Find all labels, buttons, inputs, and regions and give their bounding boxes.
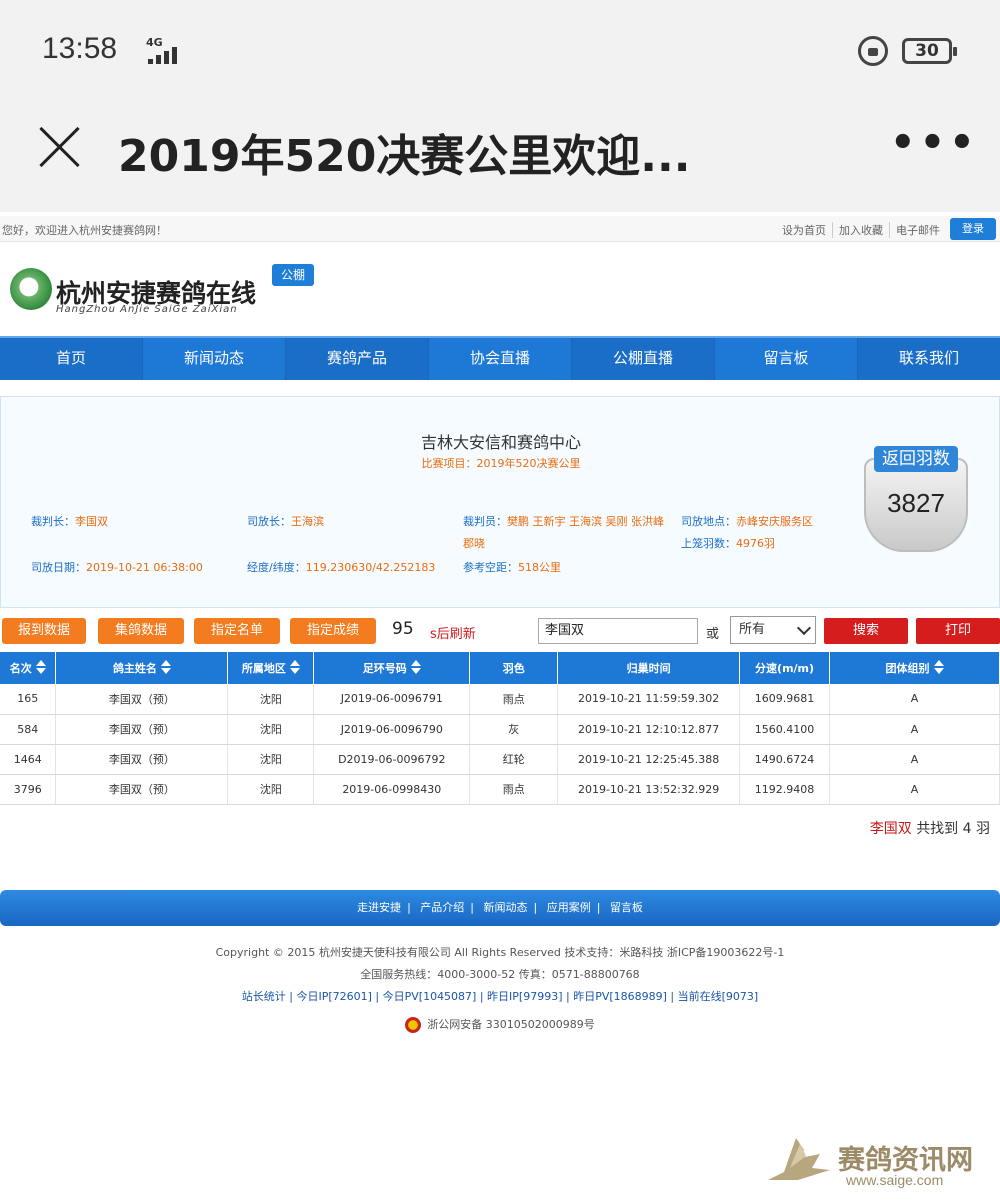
col-owner[interactable]: 鸽主姓名 [55,652,229,684]
footer-copyright: Copyright © 2015 杭州安捷天使科技有限公司 All Rights… [215,946,785,959]
table-header-row: 名次 鸽主姓名 所属地区 足环号码 羽色 归巢时间 分速(m/m) 团体组别 [0,652,1000,684]
field-coordinates: 经度/纬度：119.230630/42.252183 [247,561,436,574]
footer-link-news[interactable]: 新闻动态 [484,901,528,914]
footer-link-about[interactable]: 走进安捷 [357,901,401,914]
nav-contact[interactable]: 联系我们 [858,338,1000,380]
field-release-location: 司放地点：赤峰安庆服务区 [681,515,813,528]
field-referees: 裁判员：樊鹏 王新宇 王海滨 吴刚 张洪峰 [463,515,664,528]
sort-icon[interactable] [35,660,46,674]
result-count: 李国双 共找到 4 羽 [870,818,990,838]
welcome-text: 您好，欢迎进入杭州安捷赛鸽网！ [2,224,167,237]
sort-icon[interactable] [289,660,300,674]
result-owner-name: 李国双 [869,821,912,837]
footer-link-products[interactable]: 产品介绍 [420,901,464,914]
print-button[interactable]: 打印 [916,618,1000,644]
site-logo-pinyin: HangZhou AnJie SaiGe ZaiXian [56,304,238,315]
footer-link-message-board[interactable]: 留言板 [610,901,643,914]
field-release-chief: 司放长：王海滨 [247,515,324,528]
col-group[interactable]: 团体组别 [829,652,1000,684]
footer-police-record[interactable]: 浙公网安备 33010502000989号 [0,1016,1000,1033]
table-row[interactable]: 3796 李国双（预） 沈阳 2019-06-0998430 雨点 2019-10-21 … [0,774,1000,805]
pigeon-logo-icon [768,1138,830,1180]
login-button[interactable]: 登录 [950,218,996,240]
add-favorite-link[interactable]: 加入收藏 [833,222,890,238]
returned-count-shield: 返回羽数 3827 [864,446,968,554]
nav-association-live[interactable]: 协会直播 [429,338,572,380]
more-options-icon[interactable]: ••• [890,120,979,166]
col-speed: 分速(m/m) [739,652,831,684]
watermark: 赛鸽资讯网 www.saige.com [760,1124,990,1194]
browser-title-bar: 2019年520决赛公里欢迎... ••• [0,100,1000,212]
specified-result-button[interactable]: 指定成绩 [290,618,376,644]
search-button[interactable]: 搜索 [824,618,908,644]
race-project: 比赛项目：2019年520决赛公里 [421,457,581,470]
battery-icon: 30 [902,38,957,64]
main-nav: 首页 新闻动态 赛鸽产品 协会直播 公棚直播 留言板 联系我们 [0,336,1000,380]
email-link[interactable]: 电子邮件 [890,222,946,238]
table-row[interactable]: 165 李国双（预） 沈阳 J2019-06-0096791 雨点 2019-10-21 … [0,684,1000,715]
nav-message-board[interactable]: 留言板 [715,338,858,380]
specified-list-button[interactable]: 指定名单 [194,618,280,644]
site-top-strip: 您好，欢迎进入杭州安捷赛鸽网！ 设为首页 加入收藏 电子邮件 登录 [0,216,1000,242]
collect-data-button[interactable]: 集鸽数据 [98,618,184,644]
signal-icon [148,47,177,64]
race-center-name: 吉林大安信和赛鸽中心 [420,433,581,452]
table-row[interactable]: 584 李国双（预） 沈阳 J2019-06-0096790 灰 2019-10-21 1… [0,714,1000,745]
refresh-countdown: 95 [392,619,414,639]
report-data-button[interactable]: 报到数据 [2,618,86,644]
group-select-value: 所有 [739,622,766,637]
sort-icon[interactable] [160,660,171,674]
col-color: 羽色 [469,652,559,684]
field-release-date: 司放日期：2019-10-21 06:38:00 [31,561,203,574]
loft-badge: 公棚 [272,264,314,286]
nav-products[interactable]: 赛鸽产品 [286,338,429,380]
watermark-url: www.saige.com [846,1172,944,1188]
nav-news[interactable]: 新闻动态 [143,338,286,380]
race-info-panel: 吉林大安信和赛鸽中心 比赛项目：2019年520决赛公里 裁判长：李国双 司放长… [0,396,1000,608]
top-links: 设为首页 加入收藏 电子邮件 [776,222,946,238]
page-title: 2019年520决赛公里欢迎... [118,131,691,182]
police-badge-icon [405,1017,422,1033]
returned-count-value: 3827 [887,488,945,518]
field-distance: 参考空距：518公里 [463,561,561,574]
field-referees-cont: 郡晓 [463,537,485,550]
site-logo-icon[interactable] [10,268,52,310]
set-homepage-link[interactable]: 设为首页 [776,222,833,238]
footer-link-cases[interactable]: 应用案例 [547,901,591,914]
result-count-text: 共找到 4 羽 [916,821,990,837]
results-table: 名次 鸽主姓名 所属地区 足环号码 羽色 归巢时间 分速(m/m) 团体组别 1… [0,652,1000,805]
group-select[interactable]: 所有 [730,616,816,644]
nav-loft-live[interactable]: 公棚直播 [572,338,715,380]
footer-hotline: 全国服务热线：4000-3000-52 传真：0571-88800768 [360,968,640,981]
or-label: 或 [706,627,720,642]
col-region[interactable]: 所属地区 [227,652,315,684]
col-ring[interactable]: 足环号码 [313,652,471,684]
footer-stats[interactable]: 站长统计 | 今日IP[72601] | 今日PV[1045087] | 昨日I… [0,988,1000,1004]
search-input[interactable]: 李国双 [538,618,698,644]
returned-count-label: 返回羽数 [874,446,958,472]
field-basket-count: 上笼羽数：4976羽 [681,537,775,550]
nav-home[interactable]: 首页 [0,338,143,380]
field-chief-referee: 裁判长：李国双 [31,515,108,528]
refresh-label: s后刷新 [430,627,476,642]
col-arrival: 归巢时间 [557,652,741,684]
status-time: 13:58 [42,32,118,65]
rotation-lock-icon [858,36,888,66]
status-bar: 13:58 4G 30 [0,0,1000,100]
table-row[interactable]: 1464 李国双（预） 沈阳 D2019-06-0096792 红轮 2019-10-21… [0,744,1000,775]
close-icon[interactable] [36,124,82,170]
results-toolbar: 报到数据 集鸽数据 指定名单 指定成绩 95 s后刷新 李国双 或 所有 搜索 … [0,616,1000,646]
sort-icon[interactable] [410,660,421,674]
footer-nav: 走进安捷 | 产品介绍 | 新闻动态 | 应用案例 | 留言板 [0,890,1000,926]
col-rank[interactable]: 名次 [0,652,57,684]
sort-icon[interactable] [933,660,944,674]
chevron-down-icon [796,620,812,636]
